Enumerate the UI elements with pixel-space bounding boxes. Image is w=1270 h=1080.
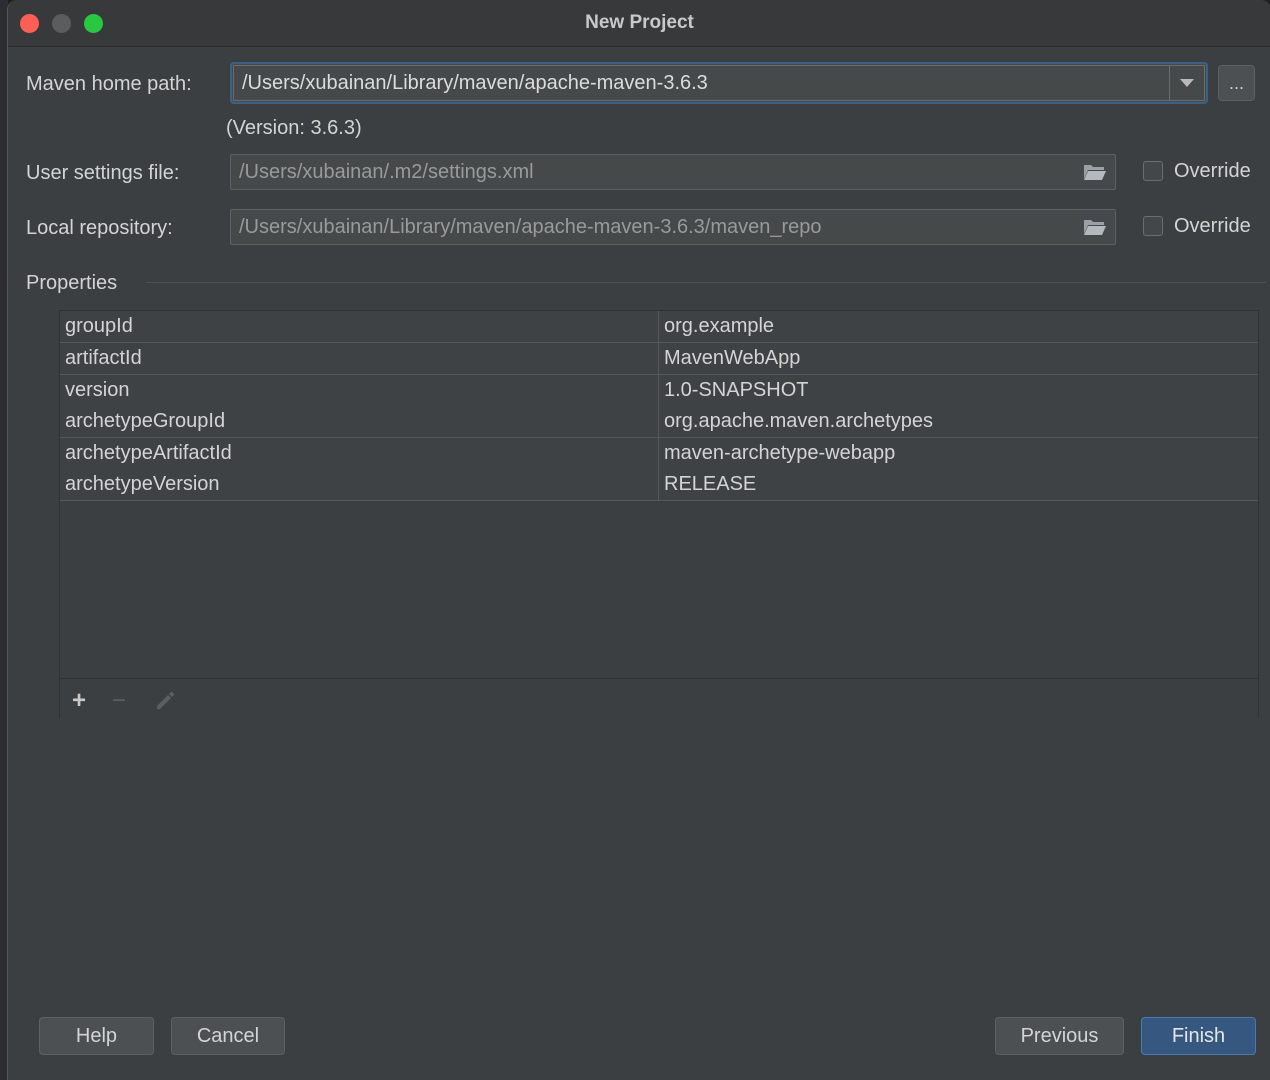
local-repo-field[interactable]: /Users/xubainan/Library/maven/apache-mav…: [230, 209, 1116, 245]
title-bar: New Project: [8, 0, 1270, 47]
finish-button[interactable]: Finish: [1141, 1017, 1256, 1055]
table-row[interactable]: artifactId MavenWebApp: [60, 343, 1258, 375]
property-key: archetypeGroupId: [65, 410, 226, 432]
previous-button[interactable]: Previous: [995, 1017, 1124, 1055]
table-row[interactable]: archetypeVersion RELEASE: [60, 469, 1258, 501]
maven-home-combobox[interactable]: /Users/xubainan/Library/maven/apache-mav…: [230, 62, 1208, 104]
property-value[interactable]: 1.0-SNAPSHOT: [664, 379, 808, 402]
property-value[interactable]: RELEASE: [664, 473, 756, 496]
property-key: archetypeArtifactId: [65, 442, 232, 464]
folder-open-icon[interactable]: [1083, 218, 1107, 236]
property-key: version: [65, 379, 130, 401]
help-button[interactable]: Help: [39, 1017, 154, 1055]
property-value[interactable]: maven-archetype-webapp: [664, 442, 895, 465]
maven-home-value[interactable]: /Users/xubainan/Library/maven/apache-mav…: [242, 72, 708, 95]
table-row[interactable]: version 1.0-SNAPSHOT: [60, 375, 1258, 407]
properties-toolbar: + −: [60, 678, 1258, 718]
property-value[interactable]: MavenWebApp: [664, 347, 800, 370]
local-repo-value: /Users/xubainan/Library/maven/apache-mav…: [239, 216, 822, 238]
maven-home-label: Maven home path:: [26, 73, 192, 95]
section-separator: [146, 282, 1266, 283]
settings-override-label: Override: [1174, 160, 1251, 182]
property-key: archetypeVersion: [65, 473, 220, 495]
table-row[interactable]: archetypeGroupId org.apache.maven.archet…: [60, 406, 1258, 438]
repo-override-label: Override: [1174, 215, 1251, 237]
browse-maven-home-button[interactable]: ...: [1218, 65, 1255, 101]
table-row[interactable]: archetypeArtifactId maven-archetype-weba…: [60, 438, 1258, 470]
property-value[interactable]: org.apache.maven.archetypes: [664, 410, 933, 433]
user-settings-field[interactable]: /Users/xubainan/.m2/settings.xml: [230, 154, 1116, 190]
cancel-button[interactable]: Cancel: [171, 1017, 285, 1055]
maven-version-text: (Version: 3.6.3): [226, 117, 362, 139]
remove-icon[interactable]: −: [112, 687, 126, 715]
local-repo-label: Local repository:: [26, 217, 173, 239]
add-icon[interactable]: +: [72, 687, 86, 715]
combo-dropdown-button[interactable]: [1169, 66, 1204, 100]
user-settings-value: /Users/xubainan/.m2/settings.xml: [239, 161, 534, 183]
column-divider: [658, 311, 659, 501]
properties-table: groupId org.example artifactId MavenWebA…: [59, 310, 1259, 718]
new-project-dialog: New Project Maven home path: /Users/xuba…: [7, 0, 1270, 1080]
property-key: groupId: [65, 315, 133, 337]
repo-override-checkbox[interactable]: [1143, 216, 1163, 236]
pencil-icon[interactable]: [154, 689, 176, 711]
property-value[interactable]: org.example: [664, 315, 774, 338]
user-settings-label: User settings file:: [26, 162, 180, 184]
settings-override-checkbox[interactable]: [1143, 161, 1163, 181]
properties-section-label: Properties: [26, 272, 118, 294]
chevron-down-icon: [1180, 79, 1194, 87]
property-key: artifactId: [65, 347, 142, 369]
window-title: New Project: [585, 12, 694, 33]
table-row[interactable]: groupId org.example: [60, 311, 1258, 343]
folder-open-icon[interactable]: [1083, 163, 1107, 181]
